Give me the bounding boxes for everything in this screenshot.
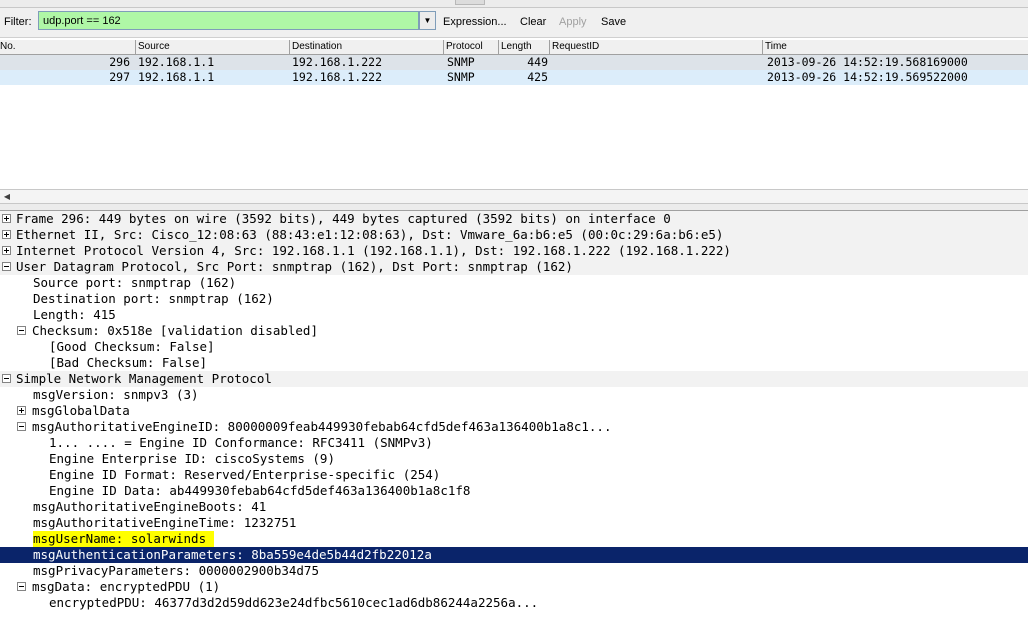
- tree-row-engine-conformance[interactable]: 1... .... = Engine ID Conformance: RFC34…: [0, 435, 1028, 451]
- tree-row-frame[interactable]: Frame 296: 449 bytes on wire (3592 bits)…: [0, 211, 1028, 227]
- packet-no: 296: [109, 55, 130, 69]
- expression-button[interactable]: Expression...: [443, 16, 507, 28]
- packet-source: 192.168.1.1: [138, 55, 215, 69]
- expand-plus-icon[interactable]: [2, 230, 11, 239]
- packet-destination: 192.168.1.222: [292, 55, 383, 69]
- tree-row-msg-global-data[interactable]: msgGlobalData: [0, 403, 1028, 419]
- expand-plus-icon[interactable]: [2, 214, 11, 223]
- packet-time: 2013-09-26 14:52:19.569522000: [767, 70, 968, 84]
- tree-row-encrypted-pdu[interactable]: encryptedPDU: 46377d3d2d59dd623e24dfbc56…: [0, 595, 1028, 611]
- filter-label: Filter:: [4, 16, 32, 28]
- column-header-length[interactable]: Length: [498, 40, 551, 54]
- collapse-minus-icon[interactable]: [17, 326, 26, 335]
- collapse-minus-icon[interactable]: [17, 582, 26, 591]
- packet-list: 296 192.168.1.1 192.168.1.222 SNMP 449 2…: [0, 55, 1028, 188]
- tree-row-length[interactable]: Length: 415: [0, 307, 1028, 323]
- top-splitter-handle[interactable]: [455, 0, 485, 5]
- tree-row-text: encryptedPDU: 46377d3d2d59dd623e24dfbc56…: [49, 595, 539, 610]
- tree-row-source-port[interactable]: Source port: snmptrap (162): [0, 275, 1028, 291]
- tree-row-text: Engine ID Format: Reserved/Enterprise-sp…: [49, 467, 441, 482]
- tree-row-msg-version[interactable]: msgVersion: snmpv3 (3): [0, 387, 1028, 403]
- tree-row-engine-enterprise[interactable]: Engine Enterprise ID: ciscoSystems (9): [0, 451, 1028, 467]
- packet-protocol: SNMP: [447, 55, 475, 69]
- tree-row-text: [Good Checksum: False]: [49, 339, 215, 354]
- tree-row-text: User Datagram Protocol, Src Port: snmptr…: [16, 259, 573, 274]
- chevron-down-icon: ▼: [423, 16, 432, 25]
- tree-row-engine-data[interactable]: Engine ID Data: ab449930febab64cfd5def46…: [0, 483, 1028, 499]
- tree-row-ipv4[interactable]: Internet Protocol Version 4, Src: 192.16…: [0, 243, 1028, 259]
- filter-input[interactable]: [38, 11, 419, 30]
- column-header-protocol[interactable]: Protocol: [443, 40, 500, 54]
- scroll-left-icon[interactable]: ◀: [1, 190, 13, 203]
- tree-row-text: msgPrivacyParameters: 0000002900b34d75: [33, 563, 319, 578]
- tree-row-good-checksum[interactable]: [Good Checksum: False]: [0, 339, 1028, 355]
- packet-destination: 192.168.1.222: [292, 70, 383, 84]
- tree-row-text: msgUserName: solarwinds: [33, 531, 215, 547]
- filter-dropdown-button[interactable]: ▼: [419, 11, 436, 30]
- tree-row-engine-boots[interactable]: msgAuthoritativeEngineBoots: 41: [0, 499, 1028, 515]
- pane-splitter[interactable]: [0, 204, 1028, 211]
- tree-row-text: Engine Enterprise ID: ciscoSystems (9): [49, 451, 335, 466]
- column-header-time[interactable]: Time: [762, 40, 1027, 54]
- tree-row-text: Simple Network Management Protocol: [16, 371, 272, 386]
- packet-length: 425: [527, 70, 548, 84]
- tree-row-text: msgAuthenticationParameters: 8ba559e4de5…: [33, 547, 432, 562]
- packet-row[interactable]: 296 192.168.1.1 192.168.1.222 SNMP 449 2…: [0, 55, 1028, 70]
- packet-list-header: No. Source Destination Protocol Length R…: [0, 40, 1028, 55]
- tree-row-snmp[interactable]: Simple Network Management Protocol: [0, 371, 1028, 387]
- packet-row[interactable]: 297 192.168.1.1 192.168.1.222 SNMP 425 2…: [0, 70, 1028, 85]
- packet-list-horizontal-scrollbar[interactable]: ◀: [0, 189, 1028, 204]
- tree-row-text: msgVersion: snmpv3 (3): [33, 387, 199, 402]
- tree-row-text: msgGlobalData: [32, 403, 130, 418]
- tree-row-engine-id[interactable]: msgAuthoritativeEngineID: 80000009feab44…: [0, 419, 1028, 435]
- packet-time: 2013-09-26 14:52:19.568169000: [767, 55, 968, 69]
- tree-row-text: Length: 415: [33, 307, 116, 322]
- tree-row-udp[interactable]: User Datagram Protocol, Src Port: snmptr…: [0, 259, 1028, 275]
- tree-row-ethernet[interactable]: Ethernet II, Src: Cisco_12:08:63 (88:43:…: [0, 227, 1028, 243]
- tree-row-text: Engine ID Data: ab449930febab64cfd5def46…: [49, 483, 471, 498]
- expand-plus-icon[interactable]: [17, 406, 26, 415]
- tree-row-engine-time[interactable]: msgAuthoritativeEngineTime: 1232751: [0, 515, 1028, 531]
- collapse-minus-icon[interactable]: [2, 374, 11, 383]
- tree-row-text: Destination port: snmptrap (162): [33, 291, 274, 306]
- tree-row-msg-auth-params[interactable]: msgAuthenticationParameters: 8ba559e4de5…: [0, 547, 1028, 563]
- tree-row-text: Frame 296: 449 bytes on wire (3592 bits)…: [16, 211, 671, 226]
- tree-row-text: msgData: encryptedPDU (1): [32, 579, 221, 594]
- column-header-source[interactable]: Source: [135, 40, 290, 54]
- tree-row-text: msgAuthoritativeEngineBoots: 41: [33, 499, 267, 514]
- packet-source: 192.168.1.1: [138, 70, 215, 84]
- tree-row-bad-checksum[interactable]: [Bad Checksum: False]: [0, 355, 1028, 371]
- tree-row-checksum[interactable]: Checksum: 0x518e [validation disabled]: [0, 323, 1028, 339]
- packet-length: 449: [527, 55, 548, 69]
- tree-row-text: Ethernet II, Src: Cisco_12:08:63 (88:43:…: [16, 227, 724, 242]
- packet-details-tree: Frame 296: 449 bytes on wire (3592 bits)…: [0, 211, 1028, 612]
- collapse-minus-icon[interactable]: [2, 262, 11, 271]
- tree-row-text: [Bad Checksum: False]: [49, 355, 208, 370]
- tree-row-text: Internet Protocol Version 4, Src: 192.16…: [16, 243, 731, 258]
- tree-row-msg-user-name[interactable]: msgUserName: solarwinds: [0, 531, 1028, 547]
- column-header-destination[interactable]: Destination: [289, 40, 444, 54]
- tree-row-text: Checksum: 0x518e [validation disabled]: [32, 323, 318, 338]
- collapse-minus-icon[interactable]: [17, 422, 26, 431]
- save-button[interactable]: Save: [601, 16, 626, 28]
- tree-row-text: 1... .... = Engine ID Conformance: RFC34…: [49, 435, 433, 450]
- tree-row-destination-port[interactable]: Destination port: snmptrap (162): [0, 291, 1028, 307]
- clear-button[interactable]: Clear: [520, 16, 546, 28]
- tree-row-text: msgAuthoritativeEngineID: 80000009feab44…: [32, 419, 612, 434]
- column-header-no[interactable]: No.: [0, 40, 134, 54]
- tree-row-text: Source port: snmptrap (162): [33, 275, 237, 290]
- filter-toolbar: Filter: ▼ Expression... Clear Apply Save: [0, 8, 1028, 38]
- packet-protocol: SNMP: [447, 70, 475, 84]
- packet-no: 297: [109, 70, 130, 84]
- tree-row-text: msgAuthoritativeEngineTime: 1232751: [33, 515, 297, 530]
- column-header-requestid[interactable]: RequestID: [549, 40, 764, 54]
- top-strip: [0, 0, 1028, 8]
- apply-button[interactable]: Apply: [559, 16, 587, 28]
- expand-plus-icon[interactable]: [2, 246, 11, 255]
- tree-row-msg-privacy-params[interactable]: msgPrivacyParameters: 0000002900b34d75: [0, 563, 1028, 579]
- tree-row-engine-format[interactable]: Engine ID Format: Reserved/Enterprise-sp…: [0, 467, 1028, 483]
- tree-row-msg-data[interactable]: msgData: encryptedPDU (1): [0, 579, 1028, 595]
